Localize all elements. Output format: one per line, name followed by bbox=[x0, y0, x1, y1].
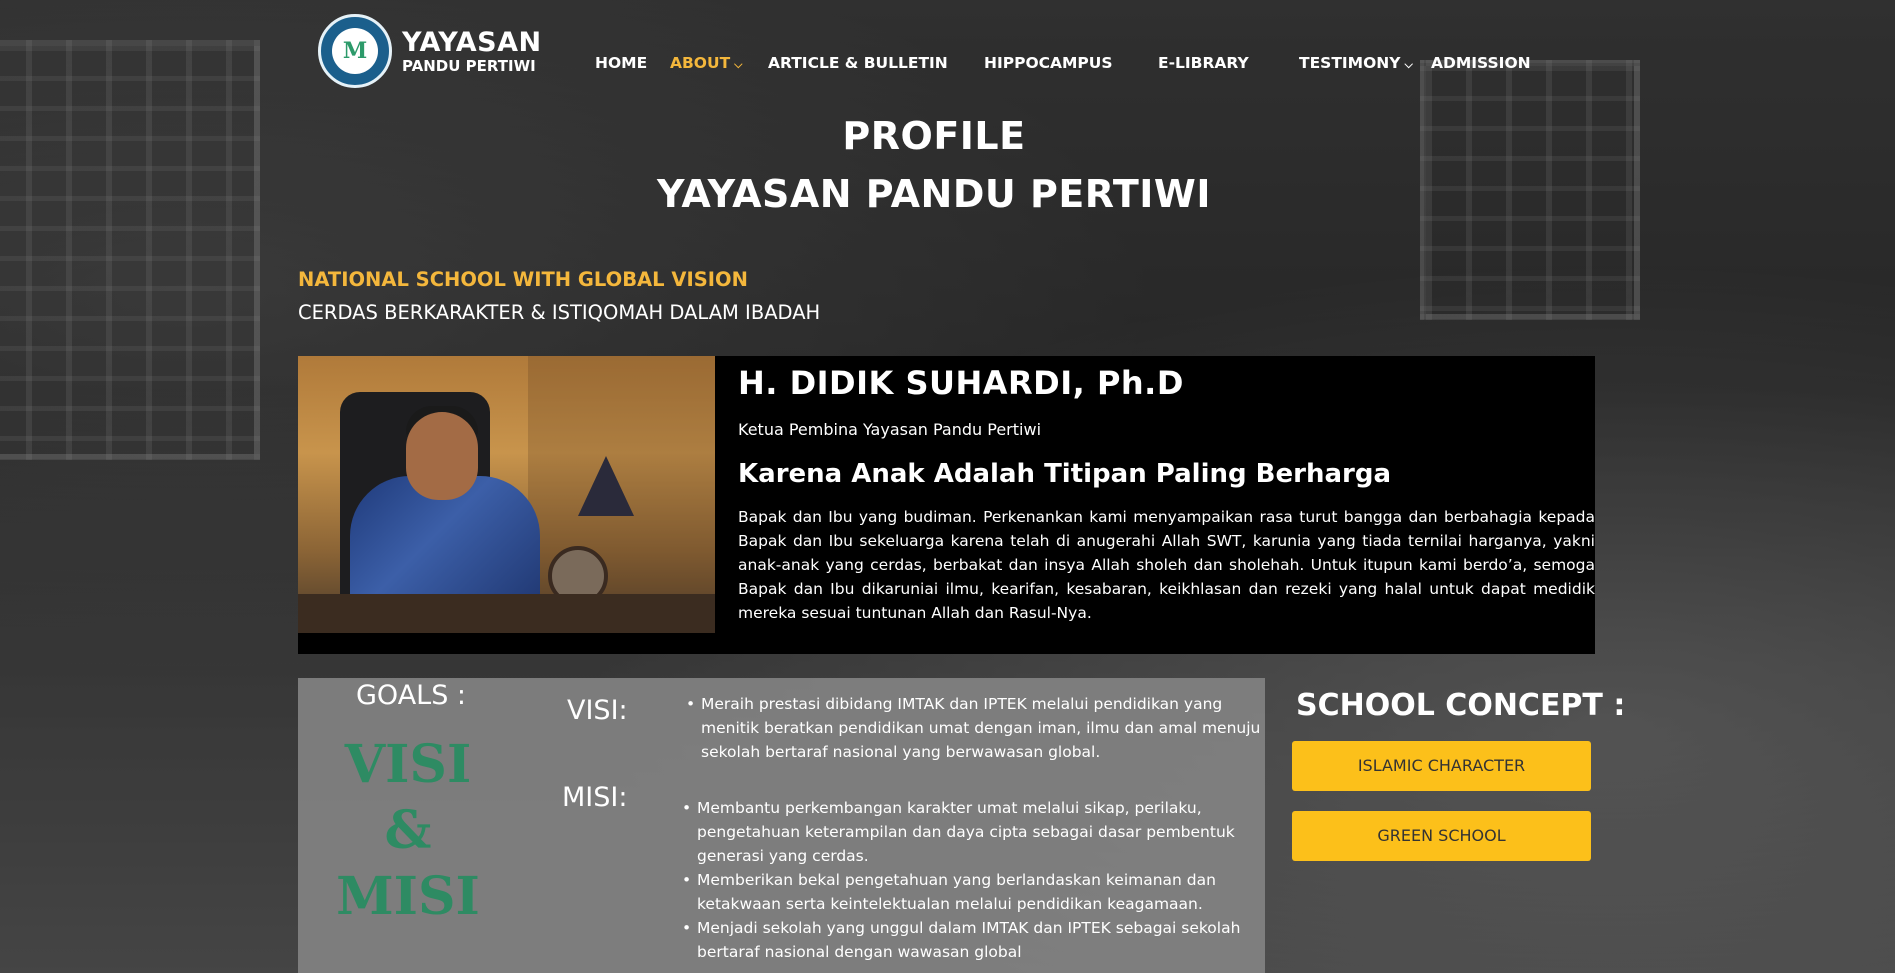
site-logo[interactable]: M YAYASAN PANDU PERTIWI bbox=[318, 14, 542, 88]
profile-text: H. DIDIK SUHARDI, Ph.D Ketua Pembina Yay… bbox=[715, 356, 1595, 654]
visi-label: VISI: bbox=[567, 695, 628, 726]
nav-article-bulletin[interactable]: ARTICLE & BULLETIN bbox=[768, 54, 948, 72]
list-item: Meraih prestasi dibidang IMTAK dan IPTEK… bbox=[686, 692, 1263, 764]
goals-label: GOALS : bbox=[356, 680, 467, 711]
chairman-role: Ketua Pembina Yayasan Pandu Pertiwi bbox=[738, 420, 1042, 439]
chevron-down-icon: ⌵ bbox=[1404, 58, 1413, 71]
chevron-down-icon: ⌵ bbox=[734, 58, 743, 71]
list-item: Menjadi sekolah yang unggul dalam IMTAK … bbox=[682, 916, 1247, 964]
nav-home[interactable]: HOME bbox=[595, 54, 647, 72]
title-line2: YAYASAN PANDU PERTIWI bbox=[657, 172, 1211, 216]
chairman-name: H. DIDIK SUHARDI, Ph.D bbox=[738, 364, 1184, 402]
chairman-profile-card: H. DIDIK SUHARDI, Ph.D Ketua Pembina Yay… bbox=[298, 356, 1595, 654]
misi-list: Membantu perkembangan karakter umat mela… bbox=[682, 796, 1247, 964]
tagline-primary: NATIONAL SCHOOL WITH GLOBAL VISION bbox=[298, 268, 748, 291]
list-item: Membantu perkembangan karakter umat mela… bbox=[682, 796, 1247, 868]
green-school-button[interactable]: GREEN SCHOOL bbox=[1292, 811, 1591, 861]
islamic-character-button[interactable]: ISLAMIC CHARACTER bbox=[1292, 741, 1591, 791]
brand-name: YAYASAN PANDU PERTIWI bbox=[402, 29, 542, 74]
nav-hippocampus[interactable]: HIPPOCAMPUS bbox=[984, 54, 1113, 72]
vm-line2: & bbox=[384, 800, 432, 861]
nav-e-library[interactable]: E-LIBRARY bbox=[1158, 54, 1249, 72]
profile-paragraph: Bapak dan Ibu yang budiman. Perkenankan … bbox=[738, 508, 1595, 622]
profile-quote: Karena Anak Adalah Titipan Paling Berhar… bbox=[738, 459, 1391, 489]
school-concept-title: SCHOOL CONCEPT : bbox=[1296, 688, 1626, 723]
nav-about[interactable]: ABOUT ⌵ bbox=[670, 54, 743, 72]
brand-line2: PANDU PERTIWI bbox=[402, 56, 536, 75]
tagline: NATIONAL SCHOOL WITH GLOBAL VISION CERDA… bbox=[298, 268, 820, 324]
nav-admission[interactable]: ADMISSION bbox=[1431, 54, 1531, 72]
tagline-secondary: CERDAS BERKARAKTER & ISTIQOMAH DALAM IBA… bbox=[298, 301, 821, 324]
list-item: Memberikan bekal pengetahuan yang berlan… bbox=[682, 868, 1247, 916]
brand-line1: YAYASAN bbox=[402, 26, 542, 58]
page-title: PROFILE YAYASAN PANDU PERTIWI bbox=[0, 114, 1868, 216]
visi-list: Meraih prestasi dibidang IMTAK dan IPTEK… bbox=[686, 692, 1263, 764]
goals-panel: GOALS : VISI & MISI VISI: Meraih prestas… bbox=[298, 678, 1265, 973]
nav-testimony[interactable]: TESTIMONY ⌵ bbox=[1299, 54, 1413, 72]
title-line1: PROFILE bbox=[842, 114, 1026, 158]
vm-line1: VISI bbox=[344, 734, 472, 795]
yayasan-logo-icon: M bbox=[318, 14, 392, 88]
visi-misi-heading: VISI & MISI bbox=[328, 732, 488, 930]
chairman-photo bbox=[298, 356, 715, 633]
vm-line3: MISI bbox=[336, 866, 480, 927]
misi-label: MISI: bbox=[562, 782, 628, 813]
